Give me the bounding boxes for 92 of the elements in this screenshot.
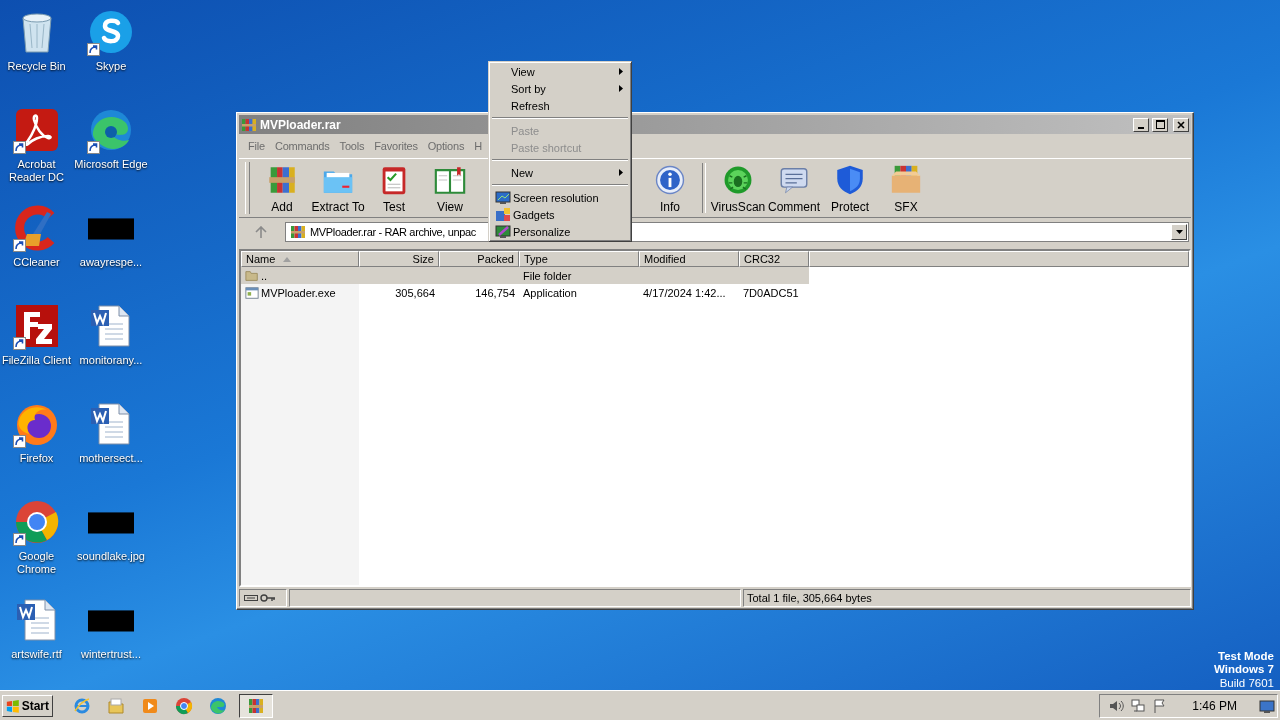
table-cell: Application [523, 286, 577, 299]
close-button[interactable] [1173, 117, 1189, 132]
table-cell: 305,664 [395, 286, 435, 299]
submenu-arrow-icon [619, 169, 623, 176]
table-cell: 4/17/2024 1:42... [643, 286, 726, 299]
desktop-icon-label[interactable]: Acrobat Reader DC [0, 158, 74, 184]
desktop-icon-label[interactable]: FileZilla Client [0, 354, 74, 367]
menu-item[interactable]: Sort by [491, 80, 629, 97]
desktop-icon-label[interactable]: Skype [74, 60, 148, 73]
desktop-icon-label[interactable]: Google Chrome [0, 550, 74, 576]
toolbar-button[interactable]: Test [366, 159, 422, 217]
menu-item[interactable]: New [491, 164, 629, 181]
clock[interactable]: 1:46 PM [1192, 698, 1237, 713]
maximize-button[interactable] [1152, 117, 1168, 132]
system-notice-text: Build 7601 [1219, 676, 1274, 690]
desktop-icon-label[interactable]: soundlake.jpg [74, 550, 148, 563]
skype-icon [87, 8, 135, 56]
column-header[interactable]: Modified [639, 251, 739, 267]
close-icon [1177, 120, 1185, 129]
window-title: MVPloader.rar [260, 117, 341, 132]
windows-logo-icon [6, 697, 20, 714]
menu-item[interactable]: Gadgets [491, 206, 629, 223]
menu-item[interactable]: Screen resolution [491, 189, 629, 206]
toolbar-button[interactable]: VirusScan [710, 159, 766, 217]
show-desktop-icon [1259, 698, 1275, 713]
desktop-icon-label[interactable]: CCleaner [0, 256, 74, 269]
desktop-icon-label[interactable]: awayrespe... [74, 256, 148, 269]
menu-item[interactable]: Refresh [491, 97, 629, 114]
toolbar-button[interactable]: Protect [822, 159, 878, 217]
column-header[interactable]: Type [519, 251, 639, 267]
table-cell: 146,754 [475, 286, 515, 299]
monitor-icon [495, 189, 511, 206]
toolbar-button[interactable]: Comment [766, 159, 822, 217]
taskbar-button[interactable] [239, 693, 273, 718]
column-header[interactable]: Name [241, 251, 359, 267]
submenu-arrow-icon [619, 68, 623, 75]
dropdown-button[interactable] [1171, 224, 1187, 240]
menu-item[interactable]: Favorites [369, 139, 423, 152]
info-icon [653, 163, 687, 197]
column-header[interactable]: CRC32 [739, 251, 809, 267]
menu-item[interactable]: Commands [269, 139, 335, 152]
chrome-icon [175, 696, 193, 715]
network-icon [1130, 697, 1147, 714]
menu-item[interactable]: View [491, 63, 629, 80]
column-header[interactable]: Size [359, 251, 439, 267]
table-row[interactable]: .. File folder [241, 267, 809, 284]
toolbar-button[interactable]: Extract To [310, 159, 366, 217]
minimize-icon [1138, 126, 1144, 129]
toolbar-button[interactable]: Add [254, 159, 310, 217]
desktop-icon-label[interactable]: monitorany... [74, 354, 148, 367]
desktop-icon-label[interactable]: mothersect... [74, 452, 148, 465]
table-cell: 7D0ADC51 [743, 286, 799, 299]
maximize-icon [1155, 120, 1165, 129]
desktop-icon-label[interactable]: Recycle Bin [0, 60, 74, 73]
application-file-icon [245, 285, 259, 300]
status-text: Total 1 file, 305,664 bytes [743, 589, 1191, 607]
start-button[interactable]: Start [2, 694, 53, 717]
desktop-icon-label[interactable]: Microsoft Edge [74, 158, 148, 171]
desktop-icon-label[interactable]: Firefox [0, 452, 74, 465]
sort-arrow-icon [283, 256, 292, 262]
system-notice-text: Test Mode [1218, 649, 1274, 663]
key-icon [260, 593, 276, 603]
minimize-button[interactable] [1133, 117, 1149, 132]
system-notice-text: Windows 7 [1214, 663, 1274, 677]
media-player-icon [141, 696, 159, 715]
desktop-icon-label[interactable]: artswife.rtf [0, 648, 74, 661]
table-cell: .. [261, 269, 268, 282]
edge-icon [209, 696, 227, 715]
menu-item[interactable]: Options [422, 139, 470, 152]
up-arrow-icon [255, 226, 267, 238]
internet-explorer-icon [73, 696, 91, 715]
menu-item[interactable]: File [243, 139, 270, 152]
menu-item[interactable]: H [469, 139, 487, 152]
submenu-arrow-icon [619, 85, 623, 92]
winrar-icon [290, 224, 306, 240]
drive-icon [244, 594, 258, 602]
column-header[interactable]: Packed [439, 251, 519, 267]
folder-icon [245, 268, 259, 283]
table-cell: File folder [523, 269, 572, 282]
table-cell: MVPloader.exe [261, 286, 336, 299]
winrar-icon [247, 696, 265, 715]
winrar-icon [241, 116, 257, 133]
gadgets-icon [495, 206, 511, 223]
toolbar-button[interactable]: Info [642, 159, 698, 217]
toolbar-button[interactable]: SFX [878, 159, 934, 217]
menu-item[interactable]: Personalize [491, 223, 629, 240]
dropdown-arrow-icon [1175, 230, 1183, 234]
paintbrush-monitor-icon [495, 223, 511, 240]
toolbar-button[interactable]: View [422, 159, 478, 217]
table-row[interactable]: MVPloader.exe 305,664 146,754 Application 4/17/2024 1:42... 7D0ADC51 [241, 284, 809, 301]
menu-item[interactable]: Tools [334, 139, 370, 152]
folder-icon [107, 696, 125, 715]
